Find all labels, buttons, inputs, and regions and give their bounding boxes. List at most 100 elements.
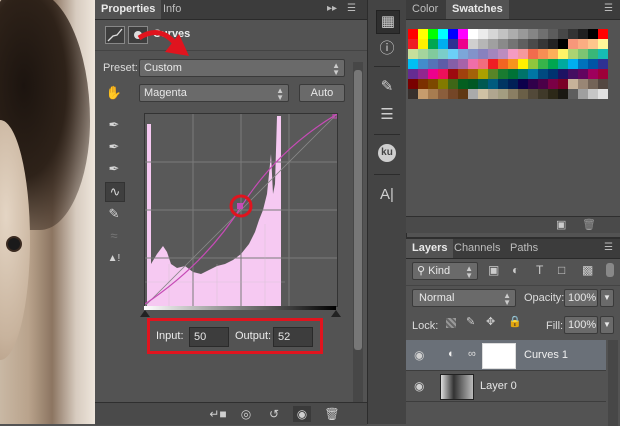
layer-name[interactable]: Curves 1 xyxy=(524,349,568,361)
swatch[interactable] xyxy=(448,69,458,79)
swatch[interactable] xyxy=(478,79,488,89)
layer-row[interactable]: ◉ Layer 0 xyxy=(406,371,606,402)
tool-presets-icon[interactable]: ☰ xyxy=(376,104,398,126)
swatch[interactable] xyxy=(408,79,418,89)
swatch[interactable] xyxy=(588,79,598,89)
swatch[interactable] xyxy=(598,59,608,69)
swatch[interactable] xyxy=(498,69,508,79)
swatch[interactable] xyxy=(548,29,558,39)
swatch[interactable] xyxy=(518,69,528,79)
properties-scrollbar[interactable] xyxy=(353,62,363,404)
swatch[interactable] xyxy=(528,69,538,79)
swatch[interactable] xyxy=(598,79,608,89)
swatch[interactable] xyxy=(538,69,548,79)
swatch[interactable] xyxy=(478,39,488,49)
swatch[interactable] xyxy=(418,39,428,49)
swatch[interactable] xyxy=(558,39,568,49)
tab-properties[interactable]: Properties xyxy=(95,0,162,19)
swatch[interactable] xyxy=(598,89,608,99)
swatch[interactable] xyxy=(578,39,588,49)
swatch[interactable] xyxy=(588,49,598,59)
auto-button[interactable]: Auto xyxy=(299,84,345,102)
swatch[interactable] xyxy=(498,39,508,49)
layers-scrollbar[interactable] xyxy=(608,340,618,426)
swatch[interactable] xyxy=(448,79,458,89)
swatch[interactable] xyxy=(428,29,438,39)
adjustments-panel-icon[interactable]: ▦ xyxy=(376,10,400,34)
swatch[interactable] xyxy=(578,59,588,69)
swatch[interactable] xyxy=(548,89,558,99)
swatch[interactable] xyxy=(588,69,598,79)
channel-dropdown[interactable]: Magenta ▲ ▼ xyxy=(139,84,289,102)
swatch[interactable] xyxy=(418,49,428,59)
panel-menu-icon[interactable]: ☰ xyxy=(604,242,613,253)
hand-adjust-icon[interactable]: ✋ xyxy=(105,84,123,102)
swatch[interactable] xyxy=(538,29,548,39)
swatch[interactable] xyxy=(558,29,568,39)
swatch[interactable] xyxy=(468,89,478,99)
blend-mode-dropdown[interactable]: Normal ▲ ▼ xyxy=(412,289,516,307)
swatch[interactable] xyxy=(578,79,588,89)
swatch[interactable] xyxy=(538,89,548,99)
swatch[interactable] xyxy=(498,79,508,89)
swatch[interactable] xyxy=(458,59,468,69)
swatch[interactable] xyxy=(478,59,488,69)
swatch[interactable] xyxy=(588,39,598,49)
layer-mask-thumbnail[interactable] xyxy=(482,343,516,369)
layer-row[interactable]: ◉ ◐ ∞ Curves 1 xyxy=(406,340,606,371)
swatch[interactable] xyxy=(428,69,438,79)
swatch[interactable] xyxy=(488,29,498,39)
tab-swatches[interactable]: Swatches xyxy=(446,0,509,19)
swatch[interactable] xyxy=(448,49,458,59)
swatch[interactable] xyxy=(488,39,498,49)
swatch[interactable] xyxy=(538,79,548,89)
swatch[interactable] xyxy=(598,69,608,79)
smooth-icon[interactable]: ≈ xyxy=(105,227,123,245)
swatch[interactable] xyxy=(538,49,548,59)
white-point-slider[interactable] xyxy=(331,310,341,317)
swatch[interactable] xyxy=(458,39,468,49)
filter-pixel-icon[interactable]: ▣ xyxy=(488,263,499,277)
visibility-eye-icon[interactable]: ◉ xyxy=(414,379,424,393)
swatch[interactable] xyxy=(508,49,518,59)
trash-icon[interactable]: 🗑 xyxy=(582,218,596,231)
clipping-warning-icon[interactable]: ▲! xyxy=(105,250,123,268)
swatch[interactable] xyxy=(548,69,558,79)
swatch[interactable] xyxy=(458,29,468,39)
swatch[interactable] xyxy=(568,89,578,99)
swatch[interactable] xyxy=(558,69,568,79)
swatch[interactable] xyxy=(498,49,508,59)
lock-move-icon[interactable]: ✥ xyxy=(486,315,495,328)
swatch[interactable] xyxy=(498,59,508,69)
swatch[interactable] xyxy=(498,89,508,99)
tab-layers[interactable]: Layers xyxy=(406,239,454,258)
fill-field[interactable]: 100% xyxy=(564,316,598,334)
tab-color[interactable]: Color xyxy=(406,0,444,19)
swatch[interactable] xyxy=(428,49,438,59)
panel-menu-icon[interactable]: ☰ xyxy=(604,3,613,14)
info-icon[interactable]: ⓘ xyxy=(376,38,398,60)
swatch[interactable] xyxy=(438,69,448,79)
swatch[interactable] xyxy=(568,69,578,79)
swatch[interactable] xyxy=(438,79,448,89)
swatch[interactable] xyxy=(558,59,568,69)
swatch[interactable] xyxy=(578,89,588,99)
swatch[interactable] xyxy=(528,59,538,69)
swatch[interactable] xyxy=(468,49,478,59)
swatch[interactable] xyxy=(468,39,478,49)
swatch[interactable] xyxy=(448,29,458,39)
swatch[interactable] xyxy=(548,49,558,59)
swatch[interactable] xyxy=(418,59,428,69)
swatch[interactable] xyxy=(528,29,538,39)
swatch[interactable] xyxy=(508,59,518,69)
swatch[interactable] xyxy=(598,29,608,39)
swatch[interactable] xyxy=(478,69,488,79)
swatch[interactable] xyxy=(438,29,448,39)
swatch[interactable] xyxy=(488,89,498,99)
swatch[interactable] xyxy=(598,39,608,49)
swatch[interactable] xyxy=(468,69,478,79)
scroll-thumb[interactable] xyxy=(354,70,362,350)
curve-point-tool-icon[interactable]: ∿ xyxy=(105,182,125,202)
swatch[interactable] xyxy=(588,89,598,99)
fill-chevron-icon[interactable]: ▼ xyxy=(600,316,614,334)
